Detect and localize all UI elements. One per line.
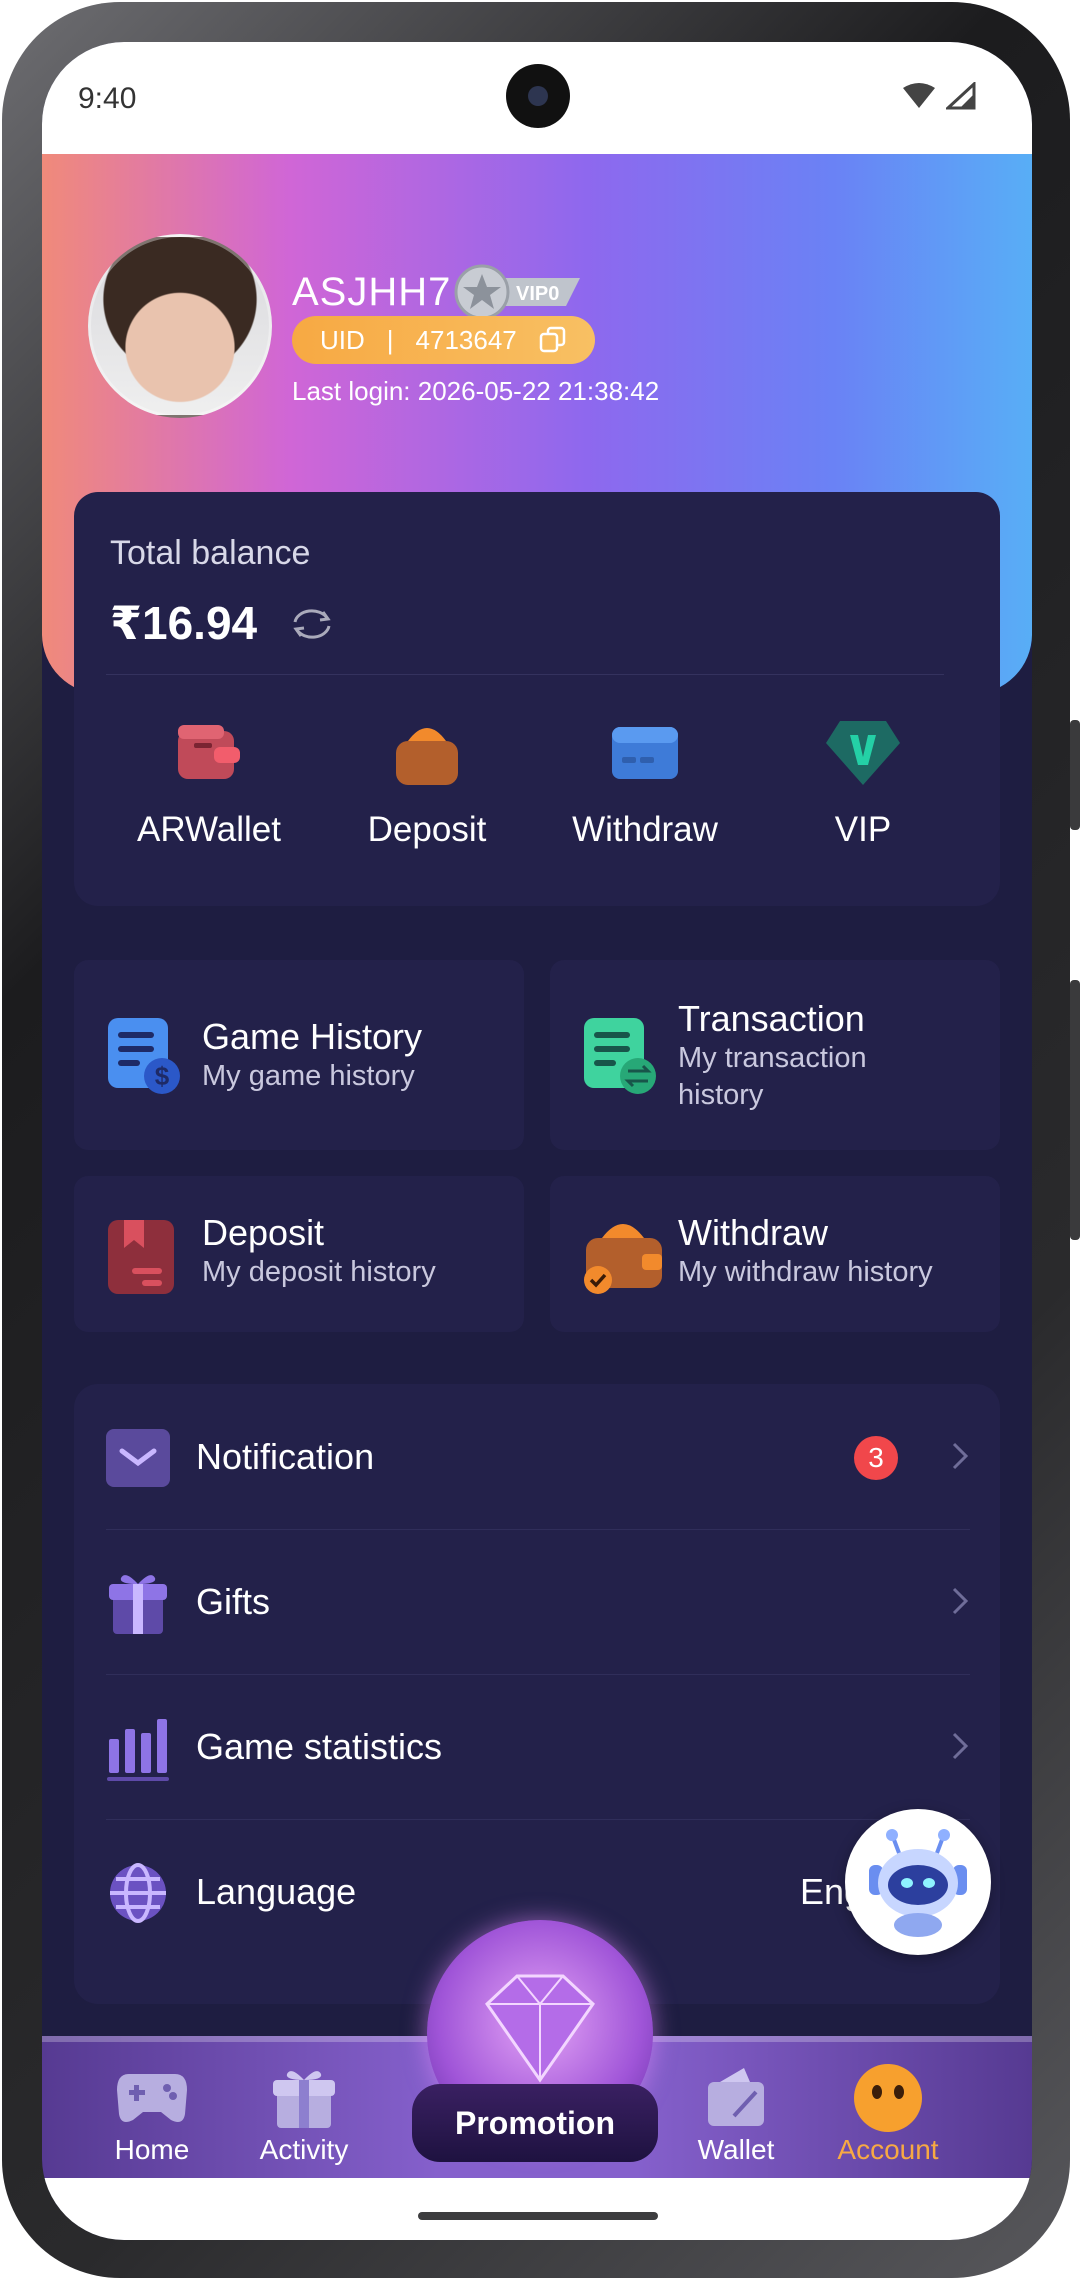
nav-promotion-label: Promotion	[455, 2104, 615, 2141]
transaction-subtitle-line1: My transaction	[678, 1042, 867, 1074]
nav-account[interactable]: Account	[818, 2062, 958, 2166]
volume-button	[1070, 720, 1080, 830]
chevron-right-icon	[952, 1587, 969, 1615]
balance-divider	[106, 674, 944, 675]
vip-badge-icon: VIP0	[454, 264, 580, 320]
nav-wallet[interactable]: Wallet	[666, 2062, 806, 2166]
transaction-tile[interactable]: Transaction My transaction history	[550, 960, 1000, 1150]
nav-wallet-label: Wallet	[697, 2134, 775, 2165]
nav-home[interactable]: Home	[82, 2062, 222, 2166]
status-time: 9:40	[78, 82, 137, 115]
svg-text:$: $	[155, 1061, 170, 1091]
balance-card: Total balance ₹16.94 ARWallet Deposit Wi…	[74, 492, 1000, 906]
arwallet-label: ARWallet	[137, 810, 281, 849]
robot-icon	[869, 1829, 967, 1937]
card-icon	[612, 727, 678, 779]
status-icons	[902, 82, 976, 110]
chevron-right-icon	[952, 1442, 969, 1470]
deposit-history-icon	[108, 1220, 174, 1294]
balance-title: Total balance	[110, 534, 311, 572]
power-button	[1070, 980, 1080, 1240]
wifi-icon	[903, 83, 935, 108]
deposit-history-subtitle: My deposit history	[202, 1256, 436, 1288]
gift-box-icon	[273, 2071, 335, 2128]
withdraw-history-tile[interactable]: Withdraw My withdraw history	[550, 1176, 1000, 1332]
nav-activity[interactable]: Activity	[234, 2062, 374, 2166]
deposit-history-title: Deposit	[202, 1212, 325, 1253]
uid-value: 4713647	[415, 324, 517, 355]
withdraw-button[interactable]: Withdraw	[536, 718, 754, 850]
balance-amount: ₹16.94	[110, 597, 258, 649]
nav-account-label: Account	[837, 2134, 939, 2165]
wallet-icon	[178, 725, 240, 779]
copy-icon[interactable]	[539, 326, 567, 354]
chevron-right-icon	[952, 1732, 969, 1760]
refresh-icon[interactable]	[289, 604, 335, 644]
deposit-bag-icon	[396, 728, 458, 785]
vip-button[interactable]: VIP	[754, 718, 972, 850]
nav-promotion[interactable]: Promotion	[412, 2084, 658, 2162]
front-camera	[506, 64, 570, 128]
wallet-nav-icon	[708, 2068, 764, 2126]
username: ASJHH7	[292, 270, 452, 314]
withdraw-history-subtitle: My withdraw history	[678, 1256, 933, 1288]
nav-activity-label: Activity	[259, 2134, 349, 2165]
deposit-history-tile[interactable]: Deposit My deposit history	[74, 1176, 524, 1332]
withdraw-history-icon	[584, 1224, 662, 1294]
screen: 9:40 ASJHH7 VIP0 UID | 4713647 Last logi…	[42, 42, 1032, 2240]
home-indicator[interactable]	[418, 2212, 658, 2220]
withdraw-history-title: Withdraw	[678, 1212, 829, 1253]
notification-label: Notification	[196, 1436, 375, 1477]
vip-gem-icon	[826, 721, 900, 785]
vip-badge-text: VIP0	[516, 283, 559, 305]
nav-home-label: Home	[114, 2134, 190, 2165]
game-history-title: Game History	[202, 1016, 423, 1057]
status-bar: 9:40	[42, 42, 1032, 154]
transaction-subtitle-line2: history	[678, 1079, 764, 1111]
game-history-tile[interactable]: $ Game History My game history	[74, 960, 524, 1150]
game-history-icon: $	[108, 1018, 180, 1094]
gift-icon	[109, 1575, 167, 1634]
avatar[interactable]	[88, 234, 272, 418]
uid-separator: |	[386, 324, 394, 355]
support-bot-button[interactable]	[845, 1809, 991, 1955]
gifts-label: Gifts	[196, 1581, 271, 1622]
gesture-bar-area	[42, 2178, 1032, 2240]
bar-chart-icon	[107, 1719, 169, 1781]
withdraw-label: Withdraw	[572, 810, 718, 849]
game-statistics-row[interactable]: Game statistics	[74, 1674, 1000, 1819]
deposit-label: Deposit	[367, 810, 487, 849]
last-login: Last login: 2026-05-22 21:38:42	[292, 376, 660, 406]
account-face-icon	[854, 2064, 922, 2132]
transaction-title: Transaction	[678, 998, 865, 1039]
deposit-button[interactable]: Deposit	[318, 718, 536, 850]
language-label: Language	[196, 1871, 357, 1912]
vip-label: VIP	[834, 810, 892, 849]
game-history-subtitle: My game history	[202, 1060, 415, 1092]
uid-pill[interactable]: UID | 4713647	[292, 316, 595, 364]
notification-badge: 3	[854, 1436, 898, 1480]
gamepad-icon	[117, 2074, 187, 2122]
gifts-row[interactable]: Gifts	[74, 1529, 1000, 1674]
signal-icon	[946, 82, 976, 110]
uid-label: UID	[320, 324, 365, 355]
notification-row[interactable]: Notification 3	[74, 1384, 1000, 1529]
balance-actions: ARWallet Deposit Withdraw VIP	[74, 718, 1000, 850]
game-statistics-label: Game statistics	[196, 1726, 443, 1767]
globe-icon	[110, 1863, 166, 1923]
arwallet-button[interactable]: ARWallet	[100, 718, 318, 850]
envelope-icon	[106, 1429, 170, 1487]
phone-device: 9:40 ASJHH7 VIP0 UID | 4713647 Last logi…	[0, 0, 1080, 2283]
transaction-icon	[584, 1018, 656, 1094]
